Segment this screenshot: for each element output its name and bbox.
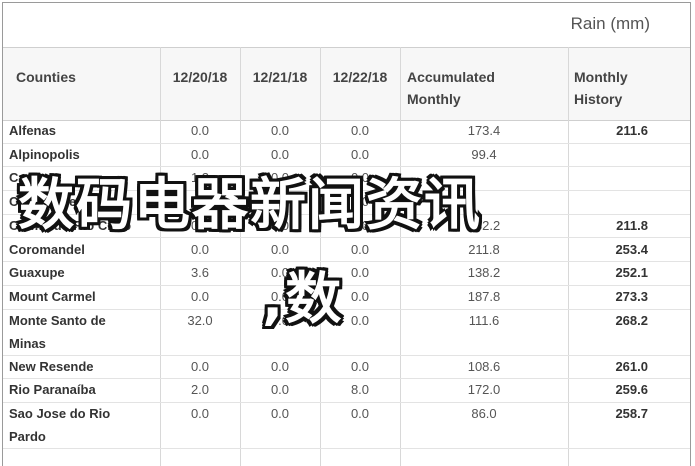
rain-date-3: 0.0 — [350, 170, 370, 186]
header-history-line2: History — [574, 91, 623, 107]
accumulated-monthly: 111.6 — [468, 312, 500, 328]
table-row[interactable]: Alfenas 0.0 0.0 0.0 173.4 211.6 — [3, 119, 690, 144]
accumulated-monthly: 187.8 — [467, 288, 501, 304]
rain-date-1: 0.0 — [190, 288, 210, 304]
rain-date-3: 0.0 — [350, 123, 370, 138]
header-date-3-label: 12/22/18 — [332, 69, 388, 85]
header-accumulated-line1: Accumulated — [407, 69, 495, 85]
header-accumulated-line2: Monthly — [407, 91, 461, 107]
rain-date-1: 32.0 — [187, 312, 213, 328]
header-date-1-label: 12/20/18 — [172, 69, 228, 85]
monthly-history: 259.6 — [615, 382, 648, 398]
rain-table-panel: Rain (mm) Counties 12/20/18 12/21/18 12/… — [2, 2, 691, 466]
accumulated-monthly: 173.4 — [467, 123, 501, 138]
rain-date-2: 0.0 — [270, 406, 290, 421]
county-name: Mount Carmel — [9, 288, 96, 304]
county-name-cont: Pardo — [9, 429, 46, 444]
rain-date-2: 0.0 — [270, 194, 290, 210]
header-counties[interactable]: Counties — [3, 48, 160, 120]
rain-date-1: 0.0 — [190, 406, 210, 421]
rain-date-1: 2.0 — [190, 382, 210, 398]
monthly-history: 252.1 — [615, 265, 648, 281]
monthly-history: 268.2 — [615, 312, 648, 328]
county-name: Alfenas — [9, 123, 56, 138]
accumulated-monthly: 211.8 — [468, 241, 500, 257]
table-row[interactable]: Coromandel 0.0 0.0 0.0 211.8 253.4 — [3, 238, 690, 263]
table-row[interactable]: Sao Jose do Rio Pardo 0.0 0.0 0.0 86.0 258.7 — [3, 402, 690, 449]
monthly-history: 211.6 — [616, 123, 648, 138]
rain-date-2: 0.0 — [270, 312, 290, 328]
rain-date-2: 0.0 — [270, 146, 290, 162]
rain-date-1: 0.0 — [190, 194, 210, 210]
header-history-line1: Monthly — [574, 69, 628, 85]
county-name: Carmo do Rio Claro — [9, 217, 132, 233]
rain-date-2: 0.0 — [270, 123, 290, 138]
rain-date-1: 3.6 — [190, 265, 210, 281]
accumulated-monthly: 172.0 — [467, 382, 501, 398]
rain-date-2: 0.0 — [270, 358, 290, 374]
rain-date-3: 0.0 — [350, 217, 370, 233]
county-name: Monte Santo de — [9, 312, 106, 328]
rain-date-3: 0.0 — [350, 358, 370, 374]
header-date-1[interactable]: 12/20/18 — [160, 48, 240, 120]
county-name: New Resende — [9, 358, 94, 374]
rain-date-1: 0.0 — [190, 123, 210, 138]
units-label: Rain (mm) — [570, 14, 650, 33]
rain-date-1: 0.0 — [190, 146, 210, 162]
rain-date-2: 0.0 — [270, 265, 290, 281]
rain-date-2: 0.0 — [270, 217, 290, 233]
county-name: Alpinopolis — [9, 146, 80, 162]
monthly-history: 211.8 — [616, 217, 648, 233]
table-header: Counties 12/20/18 12/21/18 12/22/18 Accu… — [3, 47, 690, 121]
table-row[interactable]: Alpinopolis 0.0 0.0 0.0 99.4 — [3, 143, 690, 168]
monthly-history: 261.0 — [615, 358, 648, 374]
county-name: Campestre — [9, 194, 77, 210]
header-date-3[interactable]: 12/22/18 — [320, 48, 400, 120]
monthly-history: 258.7 — [615, 406, 648, 421]
header-accumulated-monthly[interactable]: Accumulated Monthly — [400, 48, 568, 120]
rain-date-3: 0.0 — [350, 288, 370, 304]
accumulated-monthly: 99.4 — [471, 146, 497, 162]
county-name: Rio Paranaíba — [9, 382, 96, 398]
monthly-history: 273.3 — [615, 288, 648, 304]
header-date-2[interactable]: 12/21/18 — [240, 48, 320, 120]
table-row[interactable]: Mount Carmel 0.0 0.0 0.0 187.8 273.3 — [3, 285, 690, 310]
monthly-history: 253.4 — [615, 241, 648, 257]
table-row[interactable]: Carmo do Rio Claro 0.0 0.0 0.0 132.2 211.8 — [3, 214, 690, 239]
table-row[interactable]: Capo... 1.2 0.0 0.0 — [3, 166, 690, 192]
rain-date-1: 0.0 — [190, 217, 210, 233]
rain-date-2: 0.0 — [270, 170, 290, 186]
rain-date-3: 8.0 — [350, 382, 370, 398]
accumulated-monthly: 86.0 — [471, 406, 497, 421]
rain-date-2: 0.0 — [270, 288, 290, 304]
accumulated-monthly: 108.6 — [467, 358, 501, 374]
accumulated-monthly: 138.2 — [467, 265, 501, 281]
header-date-2-label: 12/21/18 — [252, 69, 308, 85]
rain-date-3: 0.0 — [350, 241, 370, 257]
rain-date-1: 0.0 — [190, 358, 210, 374]
rain-date-1: 0.0 — [190, 241, 210, 257]
table-row[interactable]: New Resende 0.0 0.0 0.0 108.6 261.0 — [3, 355, 690, 380]
rain-date-2: 0.0 — [270, 382, 290, 398]
rain-date-1: 1.2 — [190, 170, 210, 186]
rain-date-3: 0.0 — [350, 194, 370, 210]
header-monthly-history[interactable]: Monthly History — [568, 48, 690, 120]
accumulated-monthly: 132.2 — [467, 217, 501, 233]
table-top-bar: Rain (mm) — [3, 3, 690, 47]
table-row[interactable]: Guaxupe 3.6 0.0 0.0 138.2 252.1 — [3, 261, 690, 286]
county-name: Guaxupe — [9, 265, 65, 281]
county-name-cont: Minas — [9, 335, 46, 351]
rain-date-3: 0.0 — [350, 265, 370, 281]
rain-date-3: 0.0 — [350, 312, 370, 328]
table-row[interactable]: Monte Santo de Minas 32.0 0.0 0.0 111.6 268.2 — [3, 309, 690, 356]
rain-date-2: 0.0 — [270, 241, 290, 257]
county-name: Capo... — [9, 170, 53, 186]
county-name: Sao Jose do Rio — [9, 406, 111, 421]
county-name: Coromandel — [9, 241, 85, 257]
header-counties-label: Counties — [16, 69, 76, 85]
rain-date-3: 0.0 — [350, 406, 370, 421]
table-row[interactable]: Campestre 0.0 0.0 0.0 — [3, 190, 690, 215]
table-row[interactable]: Rio Paranaíba 2.0 0.0 8.0 172.0 259.6 — [3, 378, 690, 403]
rain-date-3: 0.0 — [350, 146, 370, 162]
